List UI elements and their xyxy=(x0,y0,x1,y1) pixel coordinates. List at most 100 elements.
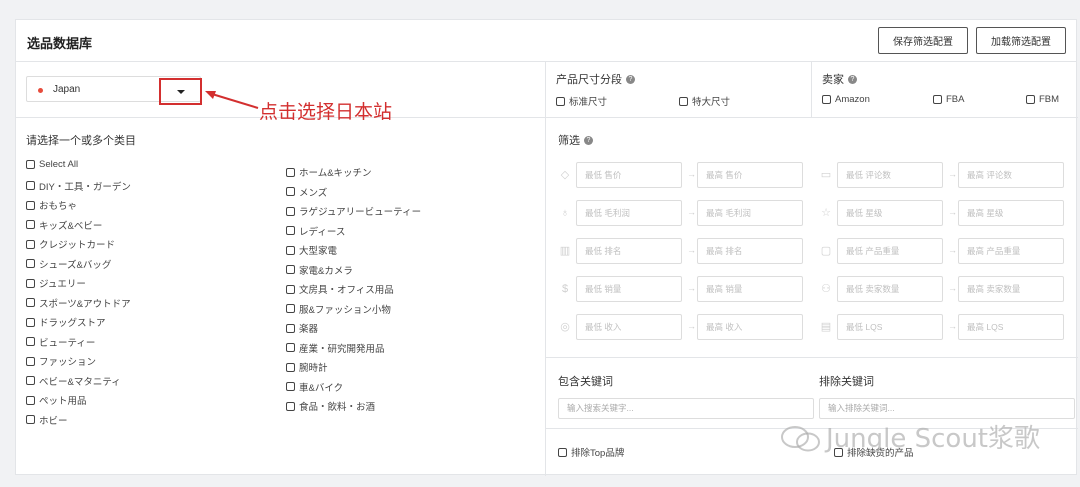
filter-max-input[interactable]: 最高 卖家数量 xyxy=(958,276,1064,302)
checkbox-box[interactable] xyxy=(26,181,35,190)
filter-max-input[interactable]: 最高 排名 xyxy=(697,238,803,264)
category-checkbox[interactable]: 大型家電 xyxy=(286,243,337,257)
filter-min-input[interactable]: 最低 产品重量 xyxy=(837,238,943,264)
category-checkbox[interactable]: DIY・工具・ガーデン xyxy=(26,179,131,193)
checkbox-box[interactable] xyxy=(286,323,295,333)
category-label-text: シューズ&バッグ xyxy=(39,259,112,271)
checkbox-box[interactable] xyxy=(286,245,295,255)
exclude-keywords-input[interactable]: 输入排除关键词... xyxy=(819,398,1075,419)
checkbox-box[interactable] xyxy=(286,226,295,235)
arrow-right-icon: → xyxy=(687,169,696,179)
checkbox-box[interactable] xyxy=(26,220,35,229)
checkbox-box[interactable] xyxy=(822,95,831,104)
filter-max-input[interactable]: 最高 销量 xyxy=(697,276,803,302)
checkbox-box[interactable] xyxy=(286,382,295,391)
filter-min-input[interactable]: 最低 毛利润 xyxy=(576,200,682,226)
checkbox-amazon[interactable]: Amazon xyxy=(822,94,870,105)
checkbox-box[interactable] xyxy=(286,284,295,294)
checkbox-fba[interactable]: FBA xyxy=(933,94,964,105)
marketplace-dropdown-toggle[interactable] xyxy=(159,78,202,105)
checkbox-oversize[interactable]: 特大尺寸 xyxy=(679,94,730,108)
checkbox-fbm[interactable]: FBM xyxy=(1026,94,1059,105)
category-checkbox[interactable]: 車&バイク xyxy=(286,380,343,394)
category-checkbox[interactable]: キッズ&ベビー xyxy=(26,218,102,232)
filter-min-input[interactable]: 最低 排名 xyxy=(576,238,682,264)
category-checkbox[interactable]: ジュエリー xyxy=(26,276,86,290)
checkbox-box[interactable] xyxy=(26,395,35,405)
checkbox-box[interactable] xyxy=(26,239,35,249)
category-checkbox[interactable]: 産業・研究開発用品 xyxy=(286,341,385,355)
checkbox-box[interactable] xyxy=(26,200,35,210)
filter-max-input[interactable]: 最高 星级 xyxy=(958,200,1064,226)
category-checkbox[interactable]: ホーム&キッチン xyxy=(286,165,372,179)
category-checkbox[interactable]: Select All xyxy=(26,159,78,170)
checkbox-box[interactable] xyxy=(286,343,295,352)
filter-min-input[interactable]: 最低 星级 xyxy=(837,200,943,226)
category-checkbox[interactable]: ビューティー xyxy=(26,335,95,349)
checkbox-box[interactable] xyxy=(26,337,35,346)
checkbox-standard-size[interactable]: 标准尺寸 xyxy=(556,94,607,108)
filter-min-input[interactable]: 最低 LQS xyxy=(837,314,943,340)
arrow-right-icon: → xyxy=(948,207,957,217)
checkbox-box[interactable] xyxy=(1026,95,1035,104)
checkbox-box[interactable] xyxy=(26,278,35,288)
checkbox-box[interactable] xyxy=(26,317,35,327)
filter-max-input[interactable]: 最高 毛利润 xyxy=(697,200,803,226)
checkbox-box[interactable] xyxy=(286,265,295,274)
category-checkbox[interactable]: レディース xyxy=(286,224,345,238)
filter-max-input[interactable]: 最高 LQS xyxy=(958,314,1064,340)
category-label-text: 楽器 xyxy=(299,324,319,335)
checkbox-box[interactable] xyxy=(933,95,942,104)
checkbox-box[interactable] xyxy=(286,187,295,196)
arrow-right-icon: → xyxy=(687,207,696,217)
category-checkbox[interactable]: ホビー xyxy=(26,413,68,427)
category-checkbox[interactable]: 腕時計 xyxy=(286,360,328,374)
checkbox-box[interactable] xyxy=(26,259,35,268)
checkbox-box[interactable] xyxy=(286,167,295,177)
checkbox-box[interactable] xyxy=(286,206,295,216)
checkbox-box[interactable] xyxy=(558,447,567,457)
filter-min-input[interactable]: 最低 卖家数量 xyxy=(837,276,943,302)
category-checkbox[interactable]: 家電&カメラ xyxy=(286,263,353,277)
filter-min-input[interactable]: 最低 售价 xyxy=(576,162,682,188)
checkbox-box[interactable] xyxy=(26,376,35,385)
category-checkbox[interactable]: 楽器 xyxy=(286,321,318,335)
save-filter-button[interactable]: 保存筛选配置 xyxy=(878,27,968,54)
category-checkbox[interactable]: 食品・飲料・お酒 xyxy=(286,399,375,413)
load-filter-button[interactable]: 加载筛选配置 xyxy=(976,27,1066,54)
category-label-text: ファッション xyxy=(39,357,97,368)
category-checkbox[interactable]: 服&ファッション小物 xyxy=(286,302,391,316)
checkbox-box[interactable] xyxy=(26,298,35,307)
checkbox-box[interactable] xyxy=(286,401,295,411)
filter-max-input[interactable]: 最高 评论数 xyxy=(958,162,1064,188)
filter-min-input[interactable]: 最低 评论数 xyxy=(837,162,943,188)
help-icon[interactable]: ? xyxy=(584,135,593,145)
category-checkbox[interactable]: ドラッグストア xyxy=(26,315,106,329)
filter-min-input[interactable]: 最低 销量 xyxy=(576,276,682,302)
category-checkbox[interactable]: ベビー&マタニティ xyxy=(26,374,121,388)
filter-max-input[interactable]: 最高 产品重量 xyxy=(958,238,1064,264)
help-icon[interactable]: ? xyxy=(626,74,635,84)
category-checkbox[interactable]: ファッション xyxy=(26,354,96,368)
category-checkbox[interactable]: ペット用品 xyxy=(26,393,87,407)
filter-min-input[interactable]: 最低 收入 xyxy=(576,314,682,340)
checkbox-box[interactable] xyxy=(286,304,295,313)
category-checkbox[interactable]: ラゲジュアリービューティー xyxy=(286,204,421,218)
category-checkbox[interactable]: メンズ xyxy=(286,185,327,199)
category-checkbox[interactable]: クレジットカード xyxy=(26,237,115,251)
checkbox-box[interactable] xyxy=(26,160,35,169)
filter-max-input[interactable]: 最高 售价 xyxy=(697,162,803,188)
help-icon[interactable]: ? xyxy=(848,74,857,84)
category-checkbox[interactable]: スポーツ&アウトドア xyxy=(26,296,131,310)
category-checkbox[interactable]: 文房具・オフィス用品 xyxy=(286,282,394,296)
checkbox-box[interactable] xyxy=(26,356,35,366)
checkbox-exclude-top-brands[interactable]: 排除Top品牌 xyxy=(558,445,624,459)
checkbox-box[interactable] xyxy=(26,415,35,424)
include-keywords-input[interactable]: 输入搜索关键字... xyxy=(558,398,814,419)
checkbox-box[interactable] xyxy=(556,96,565,106)
checkbox-box[interactable] xyxy=(679,96,688,106)
category-checkbox[interactable]: シューズ&バッグ xyxy=(26,257,111,271)
category-checkbox[interactable]: おもちゃ xyxy=(26,198,77,212)
checkbox-box[interactable] xyxy=(286,362,295,372)
filter-max-input[interactable]: 最高 收入 xyxy=(697,314,803,340)
